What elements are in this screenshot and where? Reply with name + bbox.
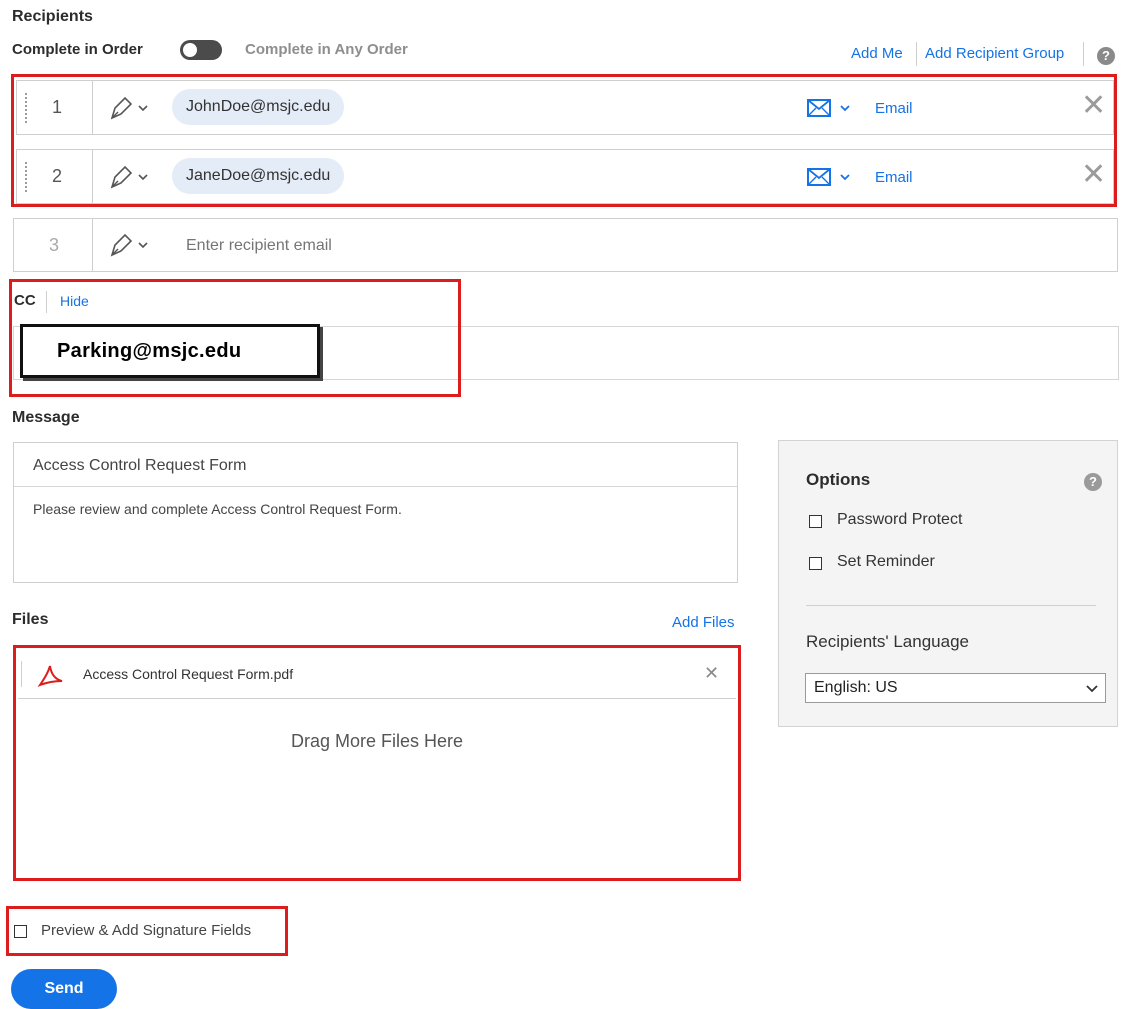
message-label: Message <box>12 409 80 426</box>
preview-label[interactable]: Preview & Add Signature Fields <box>41 922 251 939</box>
file-item: Access Control Request Form.pdf ✕ <box>18 651 736 699</box>
new-recipient-row: 3 <box>13 218 1118 272</box>
pdf-icon <box>37 665 63 688</box>
complete-any-order-label[interactable]: Complete in Any Order <box>245 41 408 58</box>
add-me-link[interactable]: Add Me <box>851 45 903 62</box>
envelope-icon <box>807 168 850 186</box>
cc-label: CC <box>14 292 36 309</box>
delivery-method-label[interactable]: Email <box>875 169 913 186</box>
files-label: Files <box>12 611 49 628</box>
chevron-down-icon <box>1086 685 1098 693</box>
message-body[interactable]: Please review and complete Access Contro… <box>33 501 402 517</box>
recipient-row: 1 JohnDoe@msjc.edu Email ✕ <box>16 80 1114 135</box>
pen-icon <box>110 96 148 120</box>
message-subject[interactable]: Access Control Request Form <box>33 457 246 475</box>
recipient-chip[interactable]: JaneDoe@msjc.edu <box>172 158 345 194</box>
row-divider <box>92 150 93 203</box>
pen-icon <box>110 233 148 257</box>
complete-in-order-label: Complete in Order <box>12 41 143 58</box>
preview-checkbox[interactable] <box>14 925 27 938</box>
send-button[interactable]: Send <box>11 969 117 1009</box>
recipient-number: 2 <box>51 166 62 186</box>
password-protect-option[interactable]: Password Protect <box>809 509 1059 535</box>
file-item-grip <box>21 661 22 687</box>
envelope-icon <box>807 99 850 117</box>
recipient-number: 3 <box>48 235 59 255</box>
delivery-method-dropdown[interactable] <box>807 97 877 121</box>
password-protect-label[interactable]: Password Protect <box>837 511 962 529</box>
preview-option[interactable]: Preview & Add Signature Fields <box>14 921 279 945</box>
header-divider <box>916 42 917 66</box>
language-select[interactable]: English: US <box>805 673 1106 703</box>
remove-file-icon[interactable]: ✕ <box>704 663 719 684</box>
toggle-knob <box>183 43 197 57</box>
recipients-title: Recipients <box>12 8 93 25</box>
add-recipient-group-link[interactable]: Add Recipient Group <box>925 45 1064 62</box>
files-dropzone[interactable]: Access Control Request Form.pdf ✕ Drag M… <box>18 651 736 876</box>
language-label: Recipients' Language <box>806 632 969 651</box>
order-toggle[interactable] <box>180 40 222 60</box>
recipient-chip[interactable]: JohnDoe@msjc.edu <box>172 89 345 125</box>
recipient-number: 1 <box>51 97 62 117</box>
password-protect-checkbox[interactable] <box>809 515 822 528</box>
cc-value: Parking@msjc.edu <box>57 340 242 362</box>
delivery-method-dropdown[interactable] <box>807 166 877 190</box>
row-divider <box>92 81 93 134</box>
message-subject-field[interactable]: Access Control Request Form <box>14 443 737 487</box>
set-reminder-option[interactable]: Set Reminder <box>809 551 1059 577</box>
row-divider <box>92 219 93 271</box>
remove-recipient-icon[interactable]: ✕ <box>1081 91 1106 121</box>
help-icon[interactable]: ? <box>1097 47 1115 65</box>
header-divider-2 <box>1083 42 1084 66</box>
options-help-icon[interactable]: ? <box>1084 473 1102 491</box>
options-divider <box>806 605 1096 606</box>
set-reminder-checkbox[interactable] <box>809 557 822 570</box>
language-value: English: US <box>814 679 898 696</box>
options-title: Options <box>806 470 871 489</box>
message-box: Access Control Request Form Please revie… <box>13 442 738 583</box>
add-files-link[interactable]: Add Files <box>672 614 735 631</box>
signer-role-dropdown[interactable] <box>109 231 149 259</box>
drop-hint: Drag More Files Here <box>290 731 464 751</box>
cc-value-callout: Parking@msjc.edu <box>20 324 320 378</box>
set-reminder-label[interactable]: Set Reminder <box>837 553 935 571</box>
cc-hide-link[interactable]: Hide <box>60 293 89 309</box>
cc-divider <box>46 291 47 313</box>
signer-role-dropdown[interactable] <box>109 94 149 122</box>
delivery-method-label[interactable]: Email <box>875 100 913 117</box>
recipient-email-input[interactable] <box>184 231 1064 261</box>
recipient-row: 2 JaneDoe@msjc.edu Email ✕ <box>16 149 1114 204</box>
file-name: Access Control Request Form.pdf <box>83 666 294 682</box>
signer-role-dropdown[interactable] <box>109 163 149 191</box>
pen-icon <box>110 165 148 189</box>
remove-recipient-icon[interactable]: ✕ <box>1081 160 1106 190</box>
options-panel: Options ? Password Protect Set Reminder … <box>778 440 1118 727</box>
